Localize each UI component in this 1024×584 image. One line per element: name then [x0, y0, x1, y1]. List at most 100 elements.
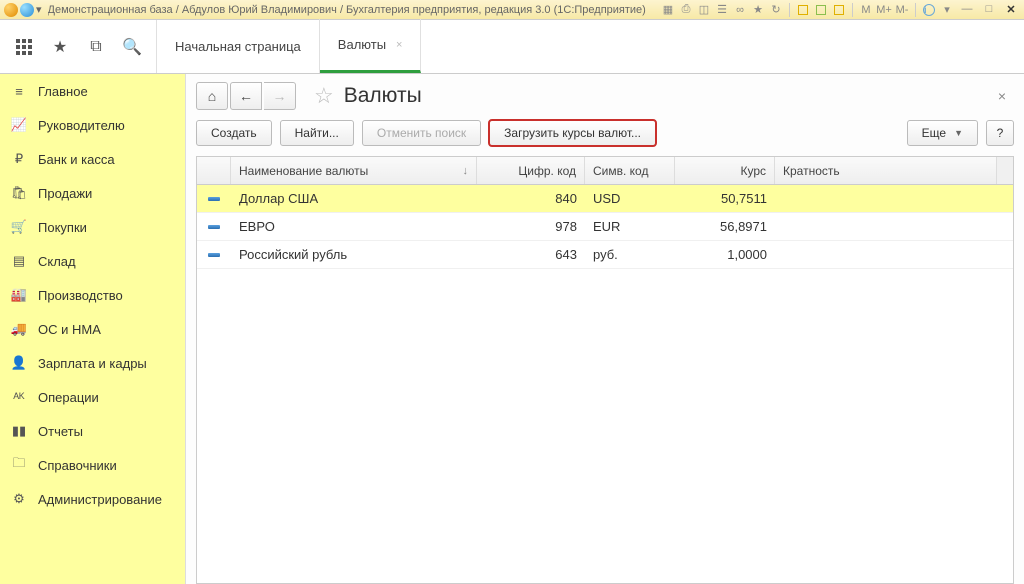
sidebar-item-label: Администрирование: [38, 492, 162, 507]
sidebar-item-label: Справочники: [38, 458, 117, 473]
col-code[interactable]: Цифр. код: [477, 157, 585, 184]
cell-code: 978: [477, 219, 585, 234]
toolbar-icon[interactable]: ▦: [661, 3, 675, 17]
sidebar-item-admin[interactable]: ⚙Администрирование: [0, 482, 185, 516]
cart-icon: 🛒: [8, 218, 30, 236]
sidebar-item-main[interactable]: ≡Главное: [0, 74, 185, 108]
app-icon-1c: [4, 3, 18, 17]
table-row[interactable]: Российский рубль643руб.1,0000: [197, 241, 1013, 269]
print-icon[interactable]: ⎙: [679, 3, 693, 17]
info-icon[interactable]: i: [922, 3, 936, 17]
panel2-icon[interactable]: [814, 3, 828, 17]
cell-code: 643: [477, 247, 585, 262]
cell-sym: EUR: [585, 219, 675, 234]
sidebar-item-label: Продажи: [38, 186, 92, 201]
dropdown-icon[interactable]: ▾: [36, 3, 42, 17]
content-area: ⌂ ← → ☆ Валюты × Создать Найти... Отмени…: [185, 74, 1024, 584]
sidebar-item-label: Производство: [38, 288, 123, 303]
command-bar: Создать Найти... Отменить поиск Загрузит…: [196, 120, 1014, 146]
sidebar-item-label: Покупки: [38, 220, 87, 235]
cell-rate: 50,7511: [675, 191, 775, 206]
close-page-button[interactable]: ×: [990, 84, 1014, 108]
sidebar-item-label: Банк и касса: [38, 152, 115, 167]
m-label[interactable]: M: [859, 3, 873, 17]
factory-icon: 🏭: [8, 286, 30, 304]
bars-icon: ▮▮: [8, 422, 30, 440]
sidebar-item-purchases[interactable]: 🛒 Покупки: [0, 210, 185, 244]
ruble-icon: ₽: [8, 150, 30, 168]
home-icon: ≡: [8, 82, 30, 100]
table-header: Наименование валюты↓ Цифр. код Симв. код…: [197, 157, 1013, 185]
sidebar-item-reports[interactable]: ▮▮Отчеты: [0, 414, 185, 448]
link-icon[interactable]: ∞: [733, 3, 747, 17]
window-titlebar: ▾ Демонстрационная база / Абдулов Юрий В…: [0, 0, 1024, 20]
star-icon[interactable]: ★: [46, 33, 74, 61]
scrollbar[interactable]: [997, 157, 1013, 184]
sidebar-item-catalogs[interactable]: 🗀Справочники: [0, 448, 185, 482]
tab-close-icon[interactable]: ×: [396, 39, 402, 51]
apps-icon[interactable]: [10, 33, 38, 61]
col-icon[interactable]: [197, 157, 231, 184]
home-button[interactable]: ⌂: [196, 82, 228, 110]
chevron-down-icon: ▼: [954, 128, 963, 138]
back-button[interactable]: ←: [230, 82, 262, 110]
col-name[interactable]: Наименование валюты↓: [231, 157, 477, 184]
cell-name: Российский рубль: [231, 247, 477, 262]
col-sym[interactable]: Симв. код: [585, 157, 675, 184]
table-row[interactable]: ЕВРО978EUR56,8971: [197, 213, 1013, 241]
table-row[interactable]: Доллар США840USD50,7511: [197, 185, 1013, 213]
page-title: Валюты: [344, 84, 990, 108]
help-button[interactable]: ?: [986, 120, 1014, 146]
window-title: Демонстрационная база / Абдулов Юрий Вла…: [48, 4, 661, 16]
sidebar-item-production[interactable]: 🏭 Производство: [0, 278, 185, 312]
maximize-button[interactable]: □: [980, 3, 998, 17]
calc-icon[interactable]: ☰: [715, 3, 729, 17]
chart-icon: 📈: [8, 116, 30, 134]
m-plus-label[interactable]: M+: [877, 3, 891, 17]
sidebar-item-sales[interactable]: 🛍 Продажи: [0, 176, 185, 210]
clipboard-icon[interactable]: ⧉: [82, 33, 110, 61]
sidebar-item-label: Операции: [38, 390, 99, 405]
panel3-icon[interactable]: [832, 3, 846, 17]
load-rates-button[interactable]: Загрузить курсы валют...: [489, 120, 656, 146]
favorite-page-icon[interactable]: ☆: [314, 83, 334, 109]
sidebar-item-warehouse[interactable]: ▤Склад: [0, 244, 185, 278]
tab-label: Начальная страница: [175, 39, 301, 54]
more-button[interactable]: Еще▼: [907, 120, 978, 146]
cell-name: ЕВРО: [231, 219, 477, 234]
sidebar-item-hr[interactable]: 👤Зарплата и кадры: [0, 346, 185, 380]
forward-button[interactable]: →: [264, 82, 296, 110]
create-button[interactable]: Создать: [196, 120, 272, 146]
col-rate[interactable]: Курс: [675, 157, 775, 184]
favorite-icon[interactable]: ★: [751, 3, 765, 17]
search-icon[interactable]: 🔍: [118, 33, 146, 61]
separator: [915, 3, 916, 17]
close-button[interactable]: ✕: [1002, 3, 1020, 17]
sidebar-item-label: Зарплата и кадры: [38, 356, 147, 371]
sidebar-item-operations[interactable]: ᴬᴷ Операции: [0, 380, 185, 414]
ops-icon: ᴬᴷ: [8, 388, 30, 406]
sidebar-item-manager[interactable]: 📈Руководителю: [0, 108, 185, 142]
history-icon[interactable]: ↻: [769, 3, 783, 17]
separator: [852, 3, 853, 17]
sidebar-item-bank[interactable]: ₽ Банк и касса: [0, 142, 185, 176]
currency-table: Наименование валюты↓ Цифр. код Симв. код…: [196, 156, 1014, 584]
m-minus-label[interactable]: M-: [895, 3, 909, 17]
minimize-button[interactable]: —: [958, 3, 976, 17]
doc-icon[interactable]: ◫: [697, 3, 711, 17]
cancel-search-button[interactable]: Отменить поиск: [362, 120, 481, 146]
col-mul[interactable]: Кратность: [775, 157, 997, 184]
sidebar-item-label: Склад: [38, 254, 76, 269]
panel1-icon[interactable]: [796, 3, 810, 17]
find-button[interactable]: Найти...: [280, 120, 354, 146]
tab-start-page[interactable]: Начальная страница: [157, 19, 320, 73]
separator: [789, 3, 790, 17]
row-marker-icon: [197, 225, 231, 229]
sidebar: ≡Главное 📈Руководителю ₽ Банк и касса 🛍 Пр…: [0, 74, 185, 584]
sidebar-item-assets[interactable]: 🚚ОС и НМА: [0, 312, 185, 346]
bag-icon: 🛍: [8, 184, 30, 202]
tab-label: Валюты: [338, 37, 386, 52]
sidebar-item-label: ОС и НМА: [38, 322, 101, 337]
info-dropdown[interactable]: ▾: [940, 3, 954, 17]
tab-currencies[interactable]: Валюты ×: [320, 19, 422, 73]
